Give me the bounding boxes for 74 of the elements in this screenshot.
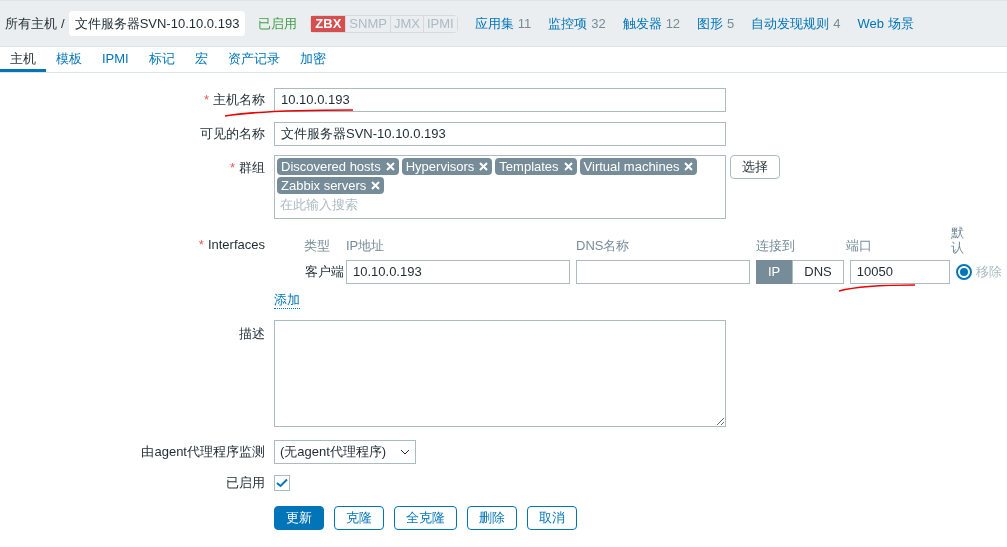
count-label: 32	[591, 15, 606, 31]
remove-icon[interactable]	[684, 162, 694, 171]
form-button[interactable]: 克隆	[334, 505, 384, 530]
count-label: 11	[517, 15, 532, 31]
tab[interactable]: 资产记录	[217, 47, 290, 72]
remove-icon[interactable]	[479, 162, 489, 171]
remove-icon[interactable]	[371, 181, 381, 190]
tab[interactable]: 模板	[46, 47, 92, 72]
search-placeholder: 在此输入搜索	[279, 196, 359, 214]
proxy-select[interactable]: (无agent代理程序)	[274, 440, 416, 464]
required-mark: *	[229, 160, 235, 175]
column-header: 连接到	[756, 236, 796, 255]
enabled-checkbox[interactable]	[274, 474, 290, 491]
group-tag: Discovered hosts	[277, 158, 399, 175]
tab[interactable]: IPMI	[92, 47, 139, 72]
form-button[interactable]: 全克隆	[394, 505, 457, 530]
field-label: 可见的名称	[200, 126, 265, 142]
connect-toggle[interactable]: DNS	[792, 260, 844, 284]
connect-toggle[interactable]: IP	[756, 260, 793, 284]
form-button[interactable]: 删除	[467, 505, 517, 530]
field-label: 由agent代理程序监测	[141, 444, 265, 460]
column-header: DNS名称	[576, 236, 631, 255]
availability-badge: JMX	[389, 15, 423, 32]
count-label: 5	[727, 15, 735, 31]
group-tag: Virtual machines	[579, 158, 698, 175]
availability-badge: IPMI	[422, 15, 457, 32]
nav-link[interactable]: Web 场景	[857, 15, 914, 31]
port-field[interactable]: 10050	[849, 260, 950, 284]
form-button[interactable]: 更新	[274, 505, 324, 530]
availability-badge: SNMP	[345, 15, 390, 32]
count-label: 12	[665, 15, 681, 31]
column-header: 类型	[303, 236, 331, 255]
group-tag: Hypervisors	[401, 158, 493, 175]
tab[interactable]: 宏	[184, 47, 218, 72]
column-header: IP地址	[346, 236, 386, 255]
column-header: 端口	[846, 236, 873, 255]
ip-field[interactable]: 10.10.0.193	[346, 260, 570, 284]
remove-icon[interactable]	[385, 162, 395, 171]
field-label: 主机名称	[213, 92, 265, 108]
input-field[interactable]: 文件服务器SVN-10.10.0.193	[274, 122, 726, 146]
interface-type: 客户端	[304, 263, 345, 282]
tab[interactable]: 标记	[138, 47, 185, 72]
availability-badge: ZBX	[311, 15, 346, 32]
dns-field[interactable]	[576, 260, 750, 284]
remove-icon[interactable]	[563, 162, 573, 171]
field-label: 描述	[239, 326, 265, 341]
group-tag: Templates	[495, 158, 577, 175]
chevron-down-icon	[400, 449, 410, 455]
breadcrumb-separator: /	[61, 14, 65, 33]
default-radio[interactable]	[955, 264, 972, 280]
field-label: Interfaces	[207, 237, 265, 252]
field-label: 群组	[239, 160, 265, 175]
breadcrumb-link[interactable]: 所有主机	[5, 13, 57, 34]
count-label: 4	[833, 15, 841, 31]
tab[interactable]: 加密	[289, 47, 336, 72]
description-field[interactable]	[274, 320, 726, 427]
form-button[interactable]: 取消	[527, 505, 577, 530]
add-link[interactable]: 添加	[274, 292, 300, 309]
nav-link[interactable]: 图形	[697, 15, 724, 31]
nav-link[interactable]: 触发器	[622, 15, 662, 31]
nav-link[interactable]: 监控项	[548, 15, 588, 31]
nav-link[interactable]: 应用集	[474, 15, 514, 31]
input-field[interactable]: 10.10.0.193	[274, 88, 726, 112]
multiselect-field[interactable]: Discovered hosts Hypervisors Templates Virtual machines Zabbix servers 在此输入搜索	[274, 155, 726, 219]
field-label: 已启用	[226, 475, 265, 490]
required-mark: *	[198, 237, 204, 252]
status-text[interactable]: 已启用	[258, 13, 298, 34]
column-header: 默认	[951, 226, 964, 257]
tab[interactable]: 主机	[0, 47, 46, 72]
breadcrumb-current: 文件服务器SVN-10.10.0.193	[68, 10, 246, 37]
nav-link[interactable]: 自动发现规则	[751, 15, 830, 31]
required-mark: *	[203, 92, 209, 108]
group-tag: Zabbix servers	[277, 177, 385, 194]
select-button[interactable]: 选择	[730, 155, 780, 179]
